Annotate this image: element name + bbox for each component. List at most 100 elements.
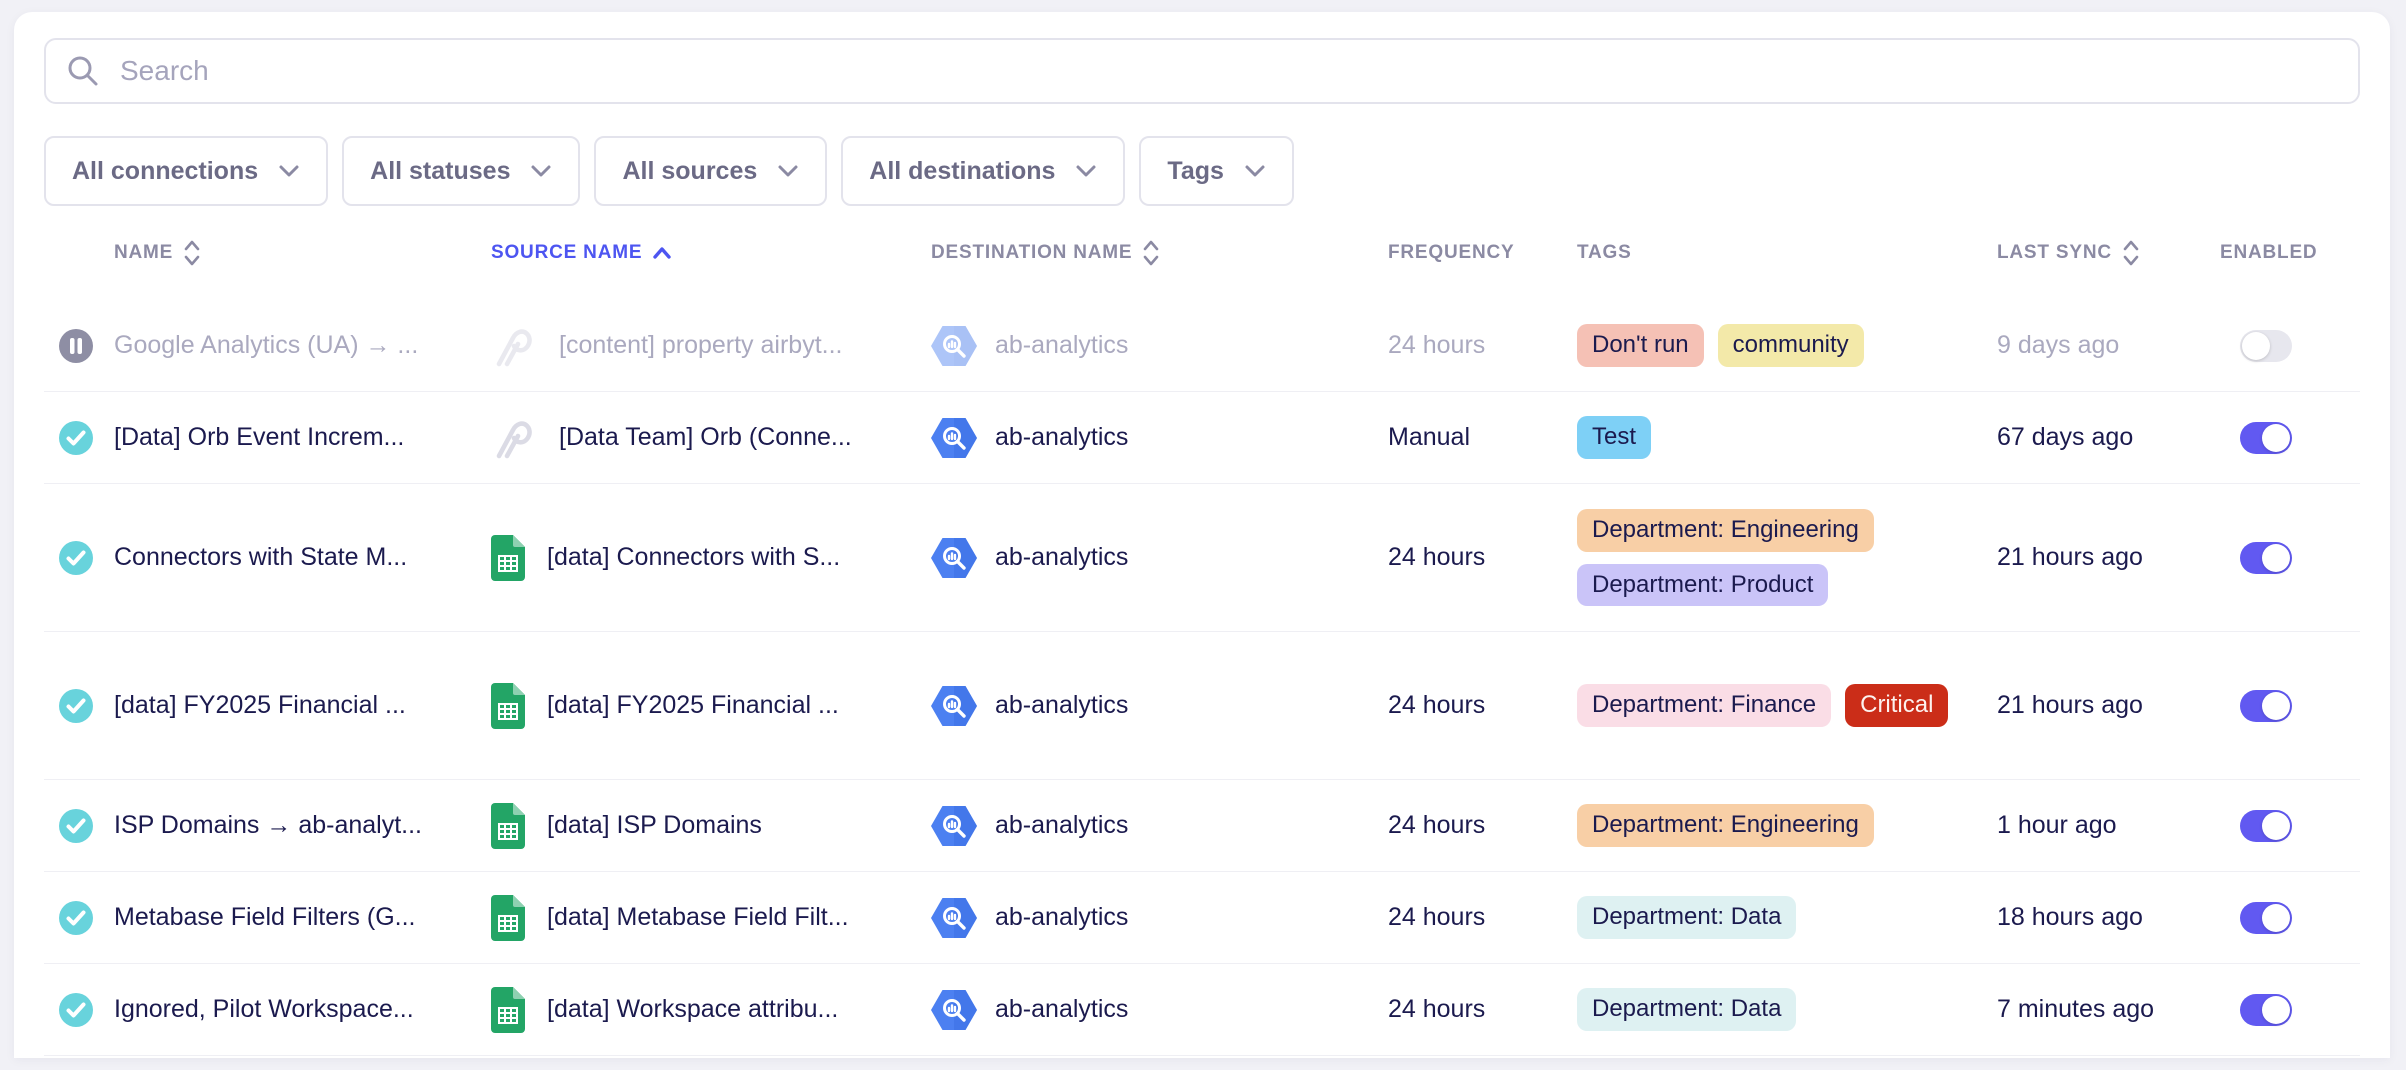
enabled-toggle[interactable] [2240,422,2292,454]
column-label: DESTINATION NAME [931,242,1132,264]
enabled-cell [2220,810,2360,842]
destination-name: ab-analytics [995,811,1128,840]
tag-badge: community [1718,324,1864,367]
connection-row[interactable]: Metabase Field Filters (G...[data] Metab… [44,872,2360,964]
column-header-name[interactable]: NAME [114,239,491,267]
source-name: [content] property airbyt... [559,331,842,360]
sort-icon [2122,239,2140,267]
last-sync-value: 67 days ago [1997,423,2220,452]
bigquery-destination-icon [931,418,977,458]
filter-statuses-dropdown[interactable]: All statuses [342,136,580,206]
connection-row[interactable]: Connectors with State M... [data] Connect… [44,484,2360,632]
toggle-knob [2242,332,2270,360]
destination-name: ab-analytics [995,543,1128,572]
source-cell: [data] Connectors with S... [491,535,931,581]
column-label: LAST SYNC [1997,242,2112,264]
source-name: [Data Team] Orb (Conne... [559,423,852,452]
table-header-row: NAMESOURCE NAMEDESTINATION NAME FREQUENCY… [44,206,2360,300]
google-sheets-source-icon [491,895,525,941]
connections-panel: All connections All statuses All sources Al… [14,12,2390,1058]
paused-status-icon [58,328,94,364]
last-sync-value: 1 hour ago [1997,811,2220,840]
success-status-icon [58,420,94,456]
frequency-value: Manual [1388,423,1577,452]
table-body: Google Analytics (UA) → ... [content] pro… [44,300,2360,1056]
enabled-cell [2220,422,2360,454]
toggle-knob [2262,424,2290,452]
enabled-cell [2220,542,2360,574]
column-header-frequency: FREQUENCY [1388,242,1577,264]
enabled-cell [2220,994,2360,1026]
frequency-value: 24 hours [1388,995,1577,1024]
enabled-toggle[interactable] [2240,690,2292,722]
sort-asc-icon [652,246,672,260]
source-cell: [data] FY2025 Financial ... [491,683,931,729]
google-sheets-source-icon [491,683,525,729]
toggle-knob [2262,812,2290,840]
destination-cell: ab-analytics [931,418,1388,458]
sort-icon [183,239,201,267]
tags-cell: Test [1577,396,1997,479]
source-name: [data] Connectors with S... [547,543,840,572]
bigquery-destination-icon [931,990,977,1030]
connection-name: Connectors with State M... [114,543,491,572]
filter-label: All statuses [370,157,510,186]
connection-status-cell [58,688,114,724]
toggle-knob [2262,904,2290,932]
filter-destinations-dropdown[interactable]: All destinations [841,136,1125,206]
tag-badge: Don't run [1577,324,1704,367]
source-name: [data] ISP Domains [547,811,762,840]
filter-connections-dropdown[interactable]: All connections [44,136,328,206]
connection-name: [Data] Orb Event Increm... [114,423,491,452]
enabled-toggle[interactable] [2240,902,2292,934]
enabled-cell [2220,690,2360,722]
connection-name: Google Analytics (UA) → ... [114,331,491,360]
success-status-icon [58,540,94,576]
filter-sources-dropdown[interactable]: All sources [594,136,827,206]
tag-badge: Department: Finance [1577,684,1831,727]
source-cell: [data] ISP Domains [491,803,931,849]
column-header-destination[interactable]: DESTINATION NAME [931,239,1388,267]
column-header-source[interactable]: SOURCE NAME [491,242,931,264]
filter-tags-dropdown[interactable]: Tags [1139,136,1294,206]
tag-badge: Department: Engineering [1577,509,1874,552]
tag-badge: Critical [1845,684,1948,727]
search-input[interactable] [120,55,2338,87]
connection-row[interactable]: Google Analytics (UA) → ... [content] pro… [44,300,2360,392]
connection-status-cell [58,328,114,364]
tag-badge: Department: Data [1577,896,1796,939]
last-sync-value: 21 hours ago [1997,543,2220,572]
chevron-down-icon [278,164,300,178]
destination-cell: ab-analytics [931,686,1388,726]
connection-name: ISP Domains → ab-analyt... [114,811,491,840]
destination-cell: ab-analytics [931,538,1388,578]
connection-row[interactable]: [Data] Orb Event Increm... [Data Team] Or… [44,392,2360,484]
success-status-icon [58,992,94,1028]
connection-row[interactable]: [data] FY2025 Financial ...[data] FY2025… [44,632,2360,780]
tags-cell: Department: Data [1577,968,1997,1051]
source-cell: [data] Workspace attribu... [491,987,931,1033]
source-name: [data] Workspace attribu... [547,995,838,1024]
column-header-enabled: ENABLED [2220,242,2360,264]
connection-name: Ignored, Pilot Workspace... [114,995,491,1024]
tag-badge: Department: Product [1577,564,1828,607]
destination-name: ab-analytics [995,423,1128,452]
search-bar [44,38,2360,104]
enabled-toggle[interactable] [2240,810,2292,842]
filter-label: Tags [1167,157,1224,186]
enabled-toggle[interactable] [2240,330,2292,362]
connection-row[interactable]: Ignored, Pilot Workspace... [data] Worksp… [44,964,2360,1056]
source-cell: [Data Team] Orb (Conne... [491,414,931,462]
search-icon [66,54,100,88]
google-sheets-source-icon [491,535,525,581]
filter-label: All destinations [869,157,1055,186]
bigquery-destination-icon [931,806,977,846]
tags-cell: Department: Finance Critical [1577,664,1997,747]
connection-row[interactable]: ISP Domains → ab-analyt... [data] ISP Dom… [44,780,2360,872]
connection-status-cell [58,808,114,844]
tags-cell: Department: Data [1577,876,1997,959]
enabled-toggle[interactable] [2240,542,2292,574]
column-header-last_sync[interactable]: LAST SYNC [1997,239,2220,267]
enabled-toggle[interactable] [2240,994,2292,1026]
success-status-icon [58,900,94,936]
